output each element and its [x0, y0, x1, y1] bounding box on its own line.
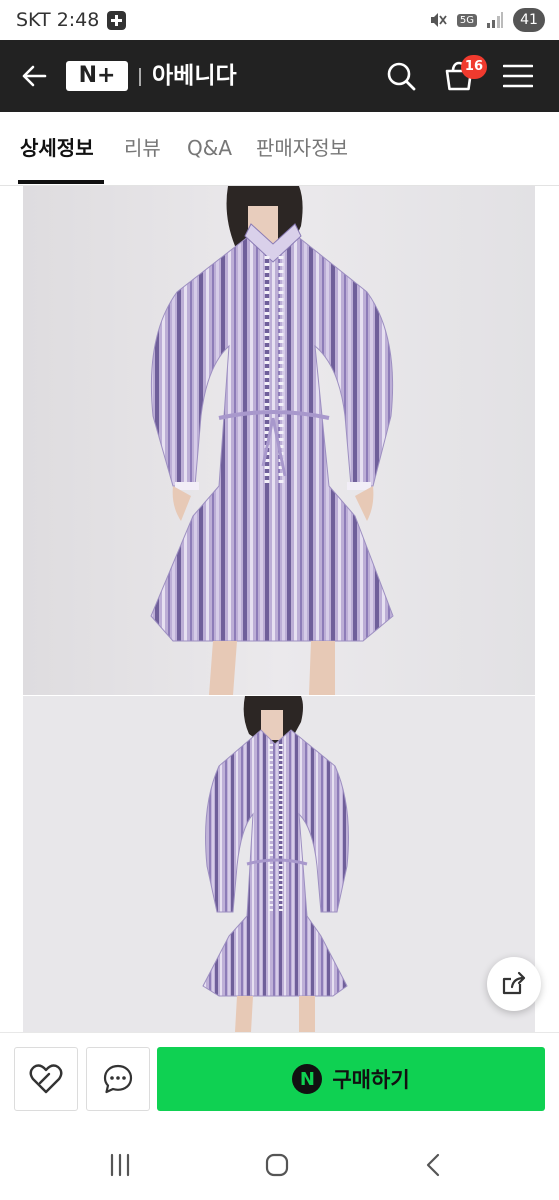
home-icon: [265, 1153, 289, 1177]
purchase-action-bar: N 구매하기: [0, 1032, 559, 1130]
tab-detail-info[interactable]: 상세정보: [20, 112, 94, 186]
naver-pay-icon: N: [292, 1064, 323, 1094]
system-back-icon: [426, 1153, 440, 1177]
app-notification-icon: [107, 10, 127, 30]
tab-reviews[interactable]: 리뷰: [124, 112, 161, 186]
status-right: 5G 41: [428, 8, 545, 32]
search-icon: [387, 62, 416, 91]
store-name[interactable]: 아베니다: [152, 61, 237, 91]
active-tab-indicator: [18, 180, 104, 184]
product-photo-secondary: [23, 696, 535, 1032]
cart-count-badge: 16: [460, 55, 487, 79]
buy-now-button[interactable]: N 구매하기: [157, 1047, 545, 1111]
system-navigation-bar: [0, 1130, 559, 1200]
product-photo-main: [23, 186, 535, 695]
share-icon: [502, 971, 526, 995]
network-badge: 5G: [456, 13, 477, 27]
chat-button[interactable]: [86, 1047, 150, 1111]
product-detail-content: [0, 186, 559, 1032]
battery-indicator: 41: [513, 8, 545, 32]
tab-qna[interactable]: Q&A: [187, 112, 232, 186]
share-button[interactable]: [487, 957, 541, 1011]
logo-text: N+: [78, 63, 116, 88]
recent-apps-icon: [110, 1153, 130, 1177]
mute-icon: [430, 13, 447, 27]
recent-apps-button[interactable]: [100, 1148, 140, 1182]
header-divider: [139, 68, 141, 86]
buy-now-label: 구매하기: [332, 1068, 410, 1092]
menu-button[interactable]: [498, 56, 538, 96]
heart-icon: [29, 1064, 63, 1094]
search-button[interactable]: [381, 56, 421, 96]
back-arrow-icon: [22, 65, 47, 87]
cart-button[interactable]: 16: [439, 55, 487, 96]
chat-bubble-icon: [103, 1064, 133, 1094]
home-button[interactable]: [257, 1148, 297, 1182]
hamburger-menu-icon: [503, 64, 533, 88]
naver-pay-letter: N: [299, 1068, 315, 1090]
status-bar: SKT 2:48 5G 41: [0, 0, 559, 40]
naver-plus-logo[interactable]: N+: [66, 61, 128, 91]
product-tabs: 상세정보 리뷰 Q&A 판매자정보: [0, 112, 559, 186]
tab-seller-info[interactable]: 판매자정보: [256, 112, 348, 186]
back-button[interactable]: [16, 58, 52, 94]
signal-icon: [487, 12, 503, 28]
app-header: N+ 아베니다 16: [0, 40, 559, 112]
system-back-button[interactable]: [414, 1148, 454, 1182]
carrier-time: SKT 2:48: [16, 9, 100, 31]
wishlist-button[interactable]: [14, 1047, 78, 1111]
status-left: SKT 2:48: [16, 9, 127, 31]
